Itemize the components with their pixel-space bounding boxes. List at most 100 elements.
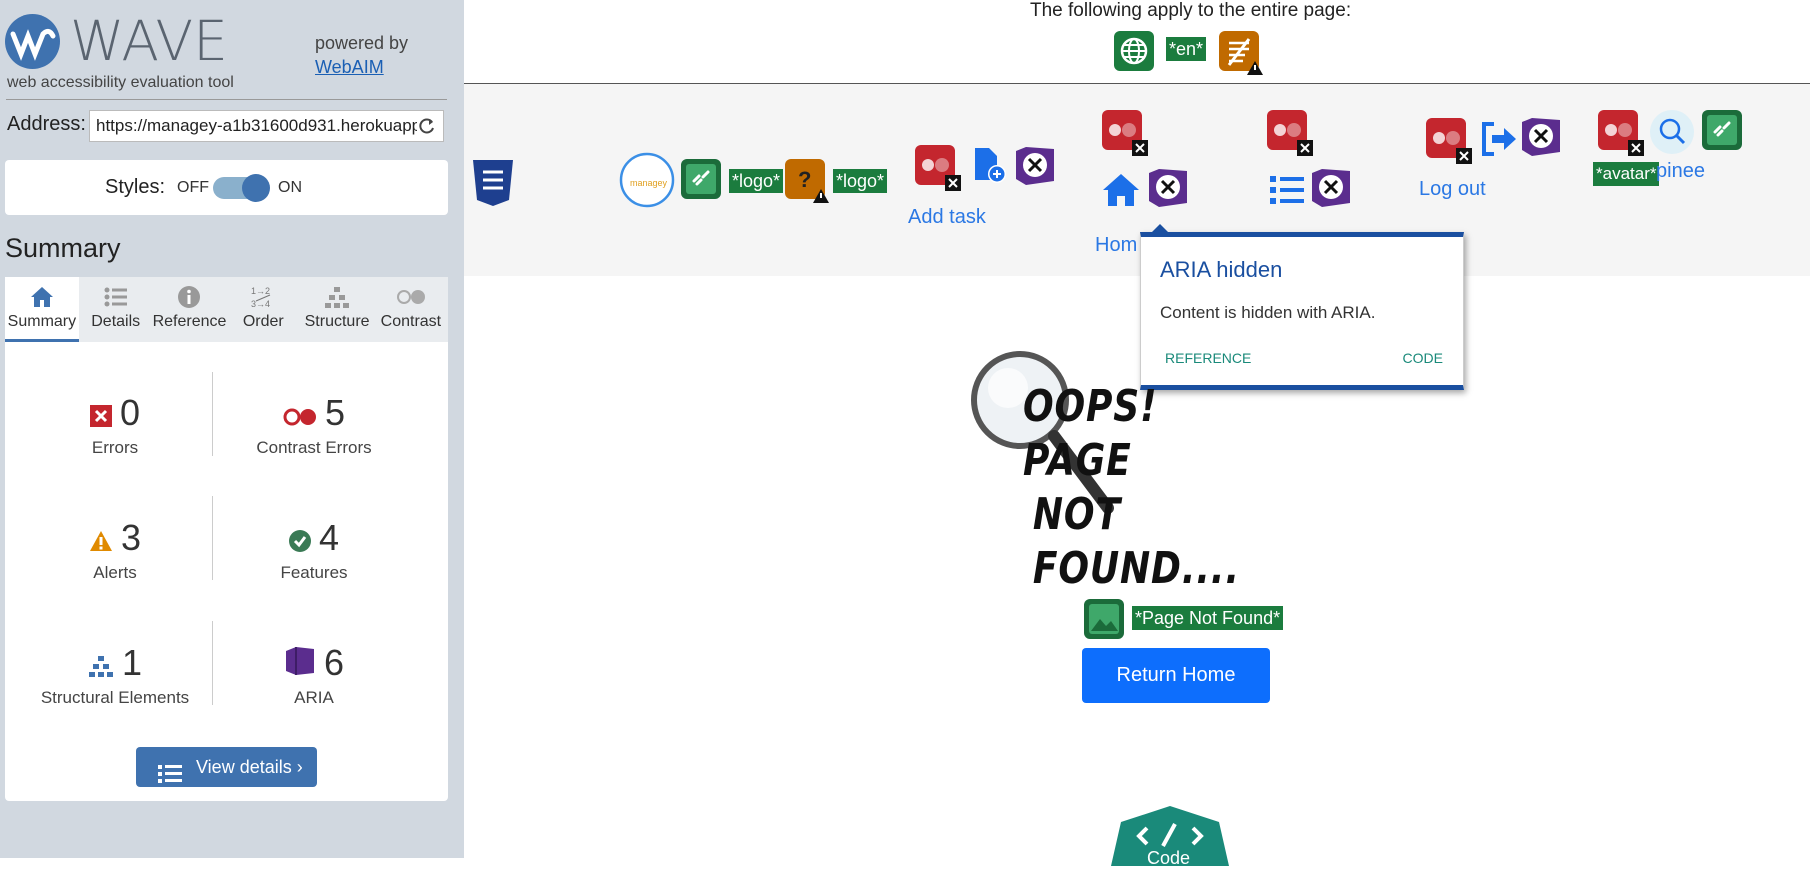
contrast-error-icon[interactable] (1267, 110, 1313, 156)
tab-reference[interactable]: Reference (153, 277, 226, 342)
panel-tabs: Summary Details Reference 1→2 3→4 Order S… (5, 277, 448, 342)
contrast-errors-label: Contrast Errors (256, 438, 372, 458)
view-details-button[interactable]: View details › (136, 747, 317, 787)
contrast-error-icon[interactable] (1426, 118, 1472, 164)
contrast-error-icon[interactable] (915, 145, 961, 191)
tab-label: Order (242, 313, 284, 330)
language-tag: *en* (1166, 37, 1207, 61)
logout-link[interactable]: Log out (1419, 178, 1486, 201)
aria-hidden-tooltip: ARIA hidden Content is hidden with ARIA.… (1140, 224, 1464, 390)
suspicious-alt-alert-icon[interactable]: ? (785, 159, 829, 203)
svg-text:3→4: 3→4 (251, 299, 270, 309)
tooltip-code-link[interactable]: CODE (1403, 350, 1443, 366)
add-file-icon[interactable] (969, 146, 1009, 186)
not-found-heading: OOPS! PAGE NOT FOUND.... (964, 380, 1239, 596)
webaim-link[interactable]: WebAIM (315, 57, 384, 77)
alert-icon (89, 519, 113, 561)
view-details-label: View details › (196, 757, 303, 777)
tooltip-caret (1151, 224, 1169, 233)
aria-hidden-icon[interactable] (1520, 116, 1560, 156)
stat-alerts[interactable]: 3 Alerts (15, 517, 215, 583)
linked-image-icon[interactable] (681, 159, 721, 199)
tab-order[interactable]: 1→2 3→4 Order (226, 277, 300, 342)
html5-structure-icon[interactable] (471, 158, 513, 206)
address-input[interactable]: https://managey-a1b31600d931.herokuapp (89, 110, 444, 142)
linked-image-icon[interactable] (1702, 110, 1742, 150)
structure-icon (325, 287, 350, 308)
order-icon: 1→23→4 (251, 286, 271, 309)
tooltip-body: Content is hidden with ARIA. (1160, 303, 1376, 322)
toggle-knob (242, 174, 270, 202)
aria-hidden-icon[interactable] (1147, 167, 1187, 207)
banner-text: The following apply to the entire page: (1030, 0, 1352, 21)
list-icon (158, 758, 182, 798)
tab-label: Contrast (380, 313, 442, 330)
tab-summary[interactable]: Summary (5, 277, 79, 342)
styles-label: Styles: (105, 176, 166, 198)
logo-alt-tag: *logo* (729, 169, 784, 193)
wave-sidebar: WAVE web accessibility evaluation tool p… (0, 0, 464, 858)
home-link[interactable]: Hom (1095, 234, 1137, 257)
contrast-error-icon[interactable] (1102, 110, 1148, 156)
stat-contrast-errors[interactable]: 5 Contrast Errors (214, 392, 414, 458)
contrast-errors-count: 5 (324, 392, 346, 433)
page-preview: The following apply to the entire page: … (464, 0, 1810, 868)
tab-structure[interactable]: Structure (300, 277, 374, 342)
svg-text:1→2: 1→2 (251, 286, 270, 296)
features-label: Features (280, 563, 348, 583)
summary-heading: Summary (5, 233, 121, 263)
styles-toggle-box: Styles: OFF ON (5, 160, 448, 215)
contrast-error-icon[interactable] (1598, 110, 1644, 156)
tab-details[interactable]: Details (79, 277, 153, 342)
tab-label: Details (91, 313, 141, 330)
errors-count: 0 (119, 392, 141, 433)
tab-contrast[interactable]: Contrast (374, 277, 448, 342)
avatar-search-icon[interactable] (1650, 110, 1694, 154)
feature-check-icon (288, 519, 311, 561)
avatar-alt-tag: *avatar* (1593, 162, 1660, 186)
reload-icon[interactable] (417, 116, 437, 136)
language-icon[interactable] (1114, 31, 1154, 71)
code-panel-tab[interactable]: Code (1111, 806, 1229, 868)
styles-on-label: ON (278, 179, 302, 196)
svg-text:managey: managey (630, 178, 668, 188)
structural-label: Structural Elements (40, 688, 190, 708)
list-icon[interactable] (1268, 170, 1308, 210)
user-link[interactable]: pinee (1656, 160, 1705, 183)
aria-hidden-icon[interactable] (1310, 167, 1350, 207)
wave-logo-text: WAVE (70, 9, 228, 73)
wave-logo-icon (5, 14, 60, 69)
styles-toggle[interactable] (213, 174, 270, 202)
home-icon[interactable] (1101, 170, 1141, 210)
page-level-banner: The following apply to the entire page: … (464, 0, 1810, 84)
tooltip-reference-link[interactable]: REFERENCE (1165, 350, 1251, 366)
add-task-link[interactable]: Add task (908, 206, 986, 229)
powered-by: powered by WebAIM (315, 31, 408, 79)
divider (6, 99, 447, 100)
structure-icon (88, 644, 114, 686)
address-label: Address: (7, 113, 86, 135)
oops-line-1: OOPS! PAGE (1023, 381, 1158, 486)
logout-icon[interactable] (1480, 120, 1520, 160)
powered-by-text: powered by (315, 33, 409, 53)
alerts-count: 3 (120, 517, 142, 558)
stat-structural[interactable]: 1 Structural Elements (15, 642, 215, 708)
managey-logo[interactable]: managey (619, 152, 675, 208)
alert-no-heading-icon[interactable] (1219, 31, 1263, 75)
image-icon[interactable] (1084, 599, 1124, 639)
stat-aria[interactable]: 6 ARIA (214, 642, 414, 708)
alerts-label: Alerts (93, 563, 137, 583)
aria-label: ARIA (294, 688, 334, 708)
aria-hidden-icon[interactable] (1014, 145, 1054, 185)
stat-features[interactable]: 4 Features (214, 517, 414, 583)
stat-errors[interactable]: 0 Errors (15, 392, 215, 458)
return-home-button[interactable]: Return Home (1082, 648, 1270, 703)
page-not-found-alt-tag: *Page Not Found* (1132, 606, 1284, 630)
contrast-error-icon (283, 394, 317, 436)
site-navbar: managey *logo* ? *logo* Add task Hom Log… (464, 84, 1810, 276)
address-value: https://managey-a1b31600d931.herokuapp (96, 116, 422, 135)
contrast-icon (396, 290, 425, 304)
logo-alt-tag: *logo* (833, 169, 888, 193)
tab-label: Structure (304, 313, 370, 330)
aria-icon (284, 644, 316, 686)
